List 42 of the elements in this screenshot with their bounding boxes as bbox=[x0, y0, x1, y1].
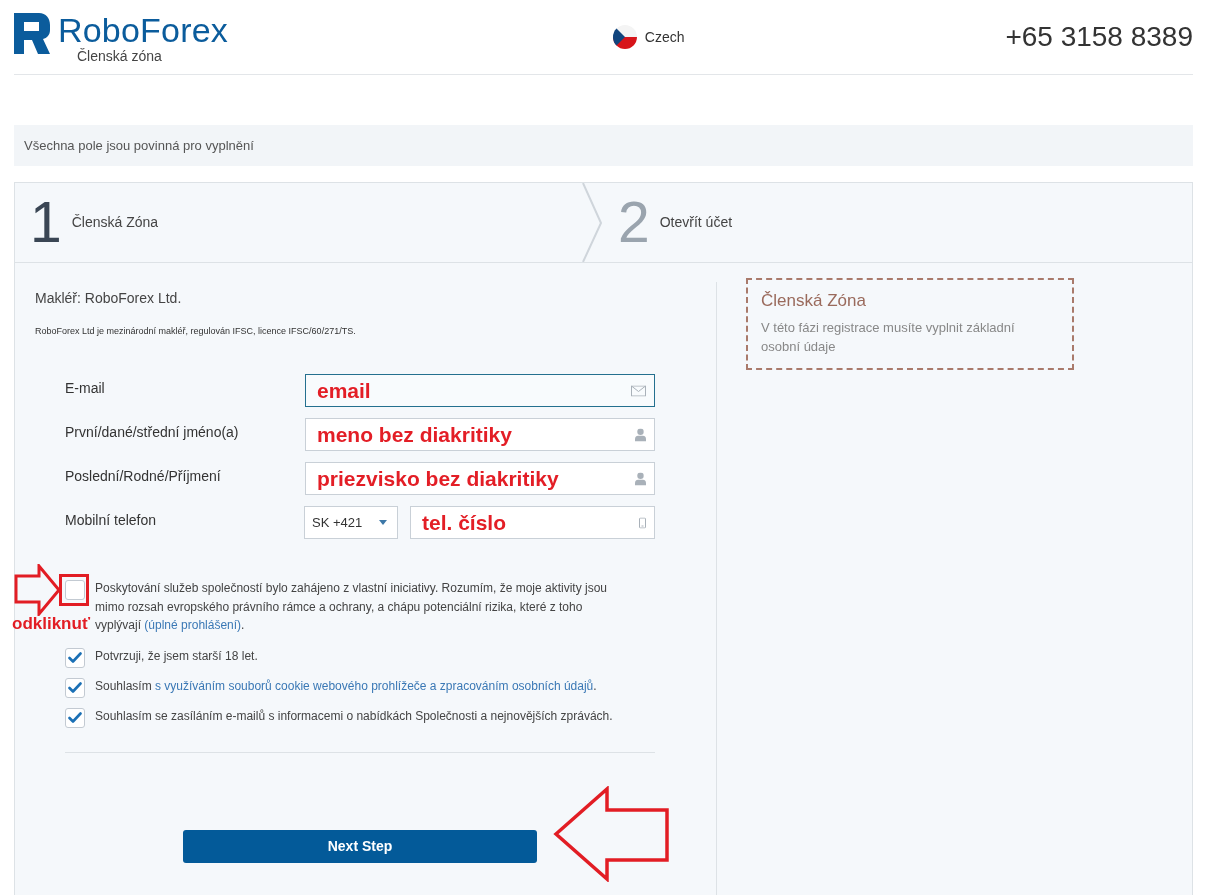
field-label: Mobilní telefon bbox=[65, 511, 158, 530]
checkbox[interactable] bbox=[65, 580, 85, 600]
required-fields-notice: Všechna pole jsou povinná pro vyplnění bbox=[24, 136, 254, 155]
person-icon bbox=[635, 428, 646, 441]
consent-text: Souhlasím s využíváním souborů cookie webového prohlížeče a zpracováním osobních údajů. bbox=[95, 677, 598, 695]
broker-note: RoboForex Ltd je mezinárodní makléř, regulován IFSC, licence IFSC/60/271/TS. bbox=[35, 326, 357, 337]
consent-text: Souhlasím se zasíláním e-mailů s informacemi o nabídkách Společnosti a nejnovějších zprávách. bbox=[95, 707, 614, 725]
email-field[interactable]: email bbox=[305, 374, 655, 407]
annotation-label: odkliknuť bbox=[12, 614, 91, 634]
consent-text: Poskytování služeb společností bylo zahájeno z vlastní iniciativy. Rozumím, že moje aktivity jsou mimo rozsah evropského právního rámce a ochrany, a chápu potenciální rizika, které z toho vyplývají (úplné prohlášení). bbox=[95, 580, 608, 634]
name-field[interactable]: meno bez diakritiky bbox=[305, 418, 655, 451]
flag-icon[interactable] bbox=[612, 25, 637, 49]
checkbox[interactable] bbox=[65, 677, 85, 698]
person-icon bbox=[635, 472, 646, 485]
checkmark-icon bbox=[68, 712, 82, 723]
field-label: První/dané/střední jméno(a) bbox=[65, 423, 240, 442]
brand-subtitle: Členská zóna bbox=[77, 49, 163, 63]
chevron-icon bbox=[581, 183, 603, 262]
phone-field[interactable]: tel. číslo bbox=[410, 506, 655, 539]
next-step-button[interactable]: Next Step bbox=[183, 829, 537, 863]
highlight-frame bbox=[59, 574, 89, 606]
logo-icon[interactable] bbox=[14, 13, 50, 54]
field-label: Poslední/Rodné/Příjmení bbox=[65, 467, 222, 486]
checkmark-icon bbox=[68, 652, 82, 663]
broker-title: Makléř: RoboForex Ltd. bbox=[35, 290, 183, 306]
name-field[interactable]: priezvisko bez diakritiky bbox=[305, 462, 655, 495]
consent-text: Potvrzuji, že jsem starší 18 let. bbox=[95, 647, 259, 665]
checkmark-icon bbox=[68, 682, 82, 693]
right-arrow-icon bbox=[14, 564, 61, 616]
language-link[interactable]: Czech bbox=[644, 26, 685, 48]
caret-icon bbox=[379, 520, 387, 525]
envelope-icon bbox=[631, 385, 646, 396]
checkbox[interactable] bbox=[65, 707, 85, 728]
checkbox[interactable] bbox=[65, 647, 85, 668]
brand-name: RoboForex bbox=[58, 13, 228, 47]
left-arrow-icon bbox=[553, 786, 670, 882]
country-code-select[interactable]: SK +421 bbox=[304, 506, 398, 539]
phone-number: +65 3158 8389 bbox=[1005, 23, 1193, 51]
phone-icon bbox=[639, 517, 646, 528]
info-text: V této fázi registrace musíte vyplnit základní osobní údaje bbox=[761, 319, 1016, 356]
info-title: Členská Zóna bbox=[761, 290, 867, 312]
field-label: E-mail bbox=[65, 379, 106, 398]
